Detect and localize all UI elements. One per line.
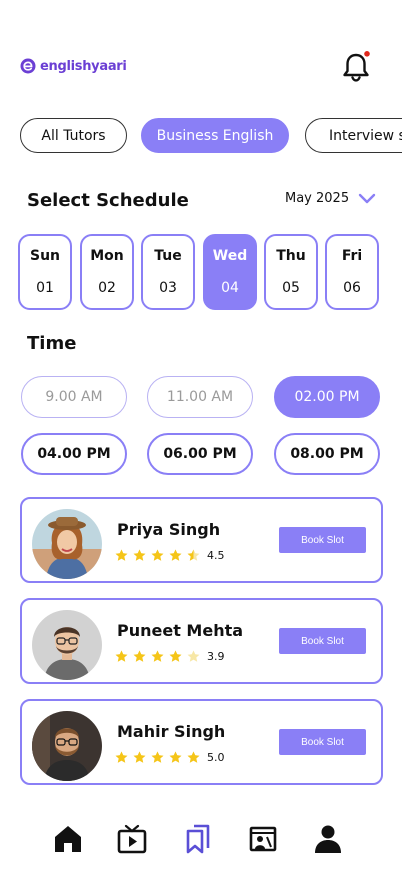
- tutor-filter-chips: All Tutors Business English Interview s: [0, 118, 402, 154]
- time-slot[interactable]: 06.00 PM: [147, 433, 253, 475]
- avatar: [32, 509, 102, 579]
- day-sun[interactable]: Sun 01: [18, 234, 72, 310]
- star-icon: [151, 650, 164, 662]
- day-name: Fri: [341, 248, 363, 264]
- star-icon: [115, 549, 128, 561]
- day-wed[interactable]: Wed 04: [203, 234, 257, 310]
- star-icon: [151, 751, 164, 763]
- book-slot-button[interactable]: Book Slot: [279, 527, 366, 553]
- schedule-title: Select Schedule: [27, 190, 189, 211]
- tutor-name: Priya Singh: [117, 520, 221, 539]
- day-number: 04: [221, 280, 239, 296]
- star-icon: [133, 751, 146, 763]
- bottom-nav: [0, 820, 402, 860]
- day-name: Wed: [212, 248, 248, 264]
- time-slot[interactable]: 04.00 PM: [21, 433, 127, 475]
- day-number: 03: [159, 280, 177, 296]
- logo-mark-icon: [20, 58, 36, 74]
- month-selector-label[interactable]: May 2025: [285, 191, 349, 206]
- star-icon: [187, 650, 200, 662]
- time-slot[interactable]: 11.00 AM: [147, 376, 253, 418]
- tutor-name: Puneet Mehta: [117, 621, 244, 640]
- star-icon: [187, 751, 200, 763]
- star-rating: 4.5: [115, 549, 225, 562]
- tutor-card[interactable]: Puneet Mehta 3.9 Book Slot: [20, 598, 383, 684]
- star-icon: [115, 650, 128, 662]
- star-icon: [187, 549, 200, 561]
- tutor-card[interactable]: Priya Singh 4.5 Book Slot: [20, 497, 383, 583]
- chip-interview[interactable]: Interview s: [305, 118, 402, 153]
- brand-logo[interactable]: englishyaari: [20, 58, 127, 74]
- star-icon: [169, 549, 182, 561]
- day-number: 06: [343, 280, 361, 296]
- star-rating: 3.9: [115, 650, 225, 663]
- app-header: englishyaari: [0, 0, 402, 110]
- day-number: 05: [282, 280, 300, 296]
- day-number: 02: [98, 280, 116, 296]
- notification-dot: [364, 51, 370, 57]
- day-name: Thu: [276, 248, 306, 264]
- rating-value: 3.9: [207, 650, 225, 663]
- star-icon: [151, 549, 164, 561]
- avatar: [32, 610, 102, 680]
- day-number: 01: [36, 280, 54, 296]
- rating-value: 5.0: [207, 751, 225, 764]
- day-mon[interactable]: Mon 02: [80, 234, 134, 310]
- star-rating: 5.0: [115, 751, 225, 764]
- day-name: Sun: [29, 248, 61, 264]
- time-title: Time: [27, 333, 77, 354]
- day-name: Tue: [154, 248, 182, 264]
- chip-all-tutors[interactable]: All Tutors: [20, 118, 127, 153]
- classroom-icon[interactable]: [248, 824, 278, 854]
- tutor-name: Mahir Singh: [117, 722, 226, 741]
- day-fri[interactable]: Fri 06: [325, 234, 379, 310]
- bell-icon[interactable]: [341, 51, 371, 83]
- star-icon: [169, 650, 182, 662]
- book-slot-button[interactable]: Book Slot: [279, 729, 366, 755]
- time-slot[interactable]: 9.00 AM: [21, 376, 127, 418]
- star-icon: [169, 751, 182, 763]
- book-slot-button[interactable]: Book Slot: [279, 628, 366, 654]
- star-icon: [133, 549, 146, 561]
- star-icon: [133, 650, 146, 662]
- tutor-card[interactable]: Mahir Singh 5.0 Book Slot: [20, 699, 383, 785]
- day-thu[interactable]: Thu 05: [264, 234, 318, 310]
- home-icon[interactable]: [53, 824, 83, 854]
- time-slot[interactable]: 08.00 PM: [274, 433, 380, 475]
- chip-business-english[interactable]: Business English: [141, 118, 289, 153]
- rating-value: 4.5: [207, 549, 225, 562]
- time-slot-selected[interactable]: 02.00 PM: [274, 376, 380, 418]
- video-icon[interactable]: [117, 824, 147, 854]
- avatar: [32, 711, 102, 781]
- day-name: Mon: [90, 248, 124, 264]
- star-icon: [115, 751, 128, 763]
- chevron-down-icon[interactable]: [358, 193, 376, 205]
- logo-text: englishyaari: [40, 58, 127, 74]
- bookmarks-icon[interactable]: [183, 824, 213, 854]
- day-tue[interactable]: Tue 03: [141, 234, 195, 310]
- profile-icon[interactable]: [313, 824, 343, 854]
